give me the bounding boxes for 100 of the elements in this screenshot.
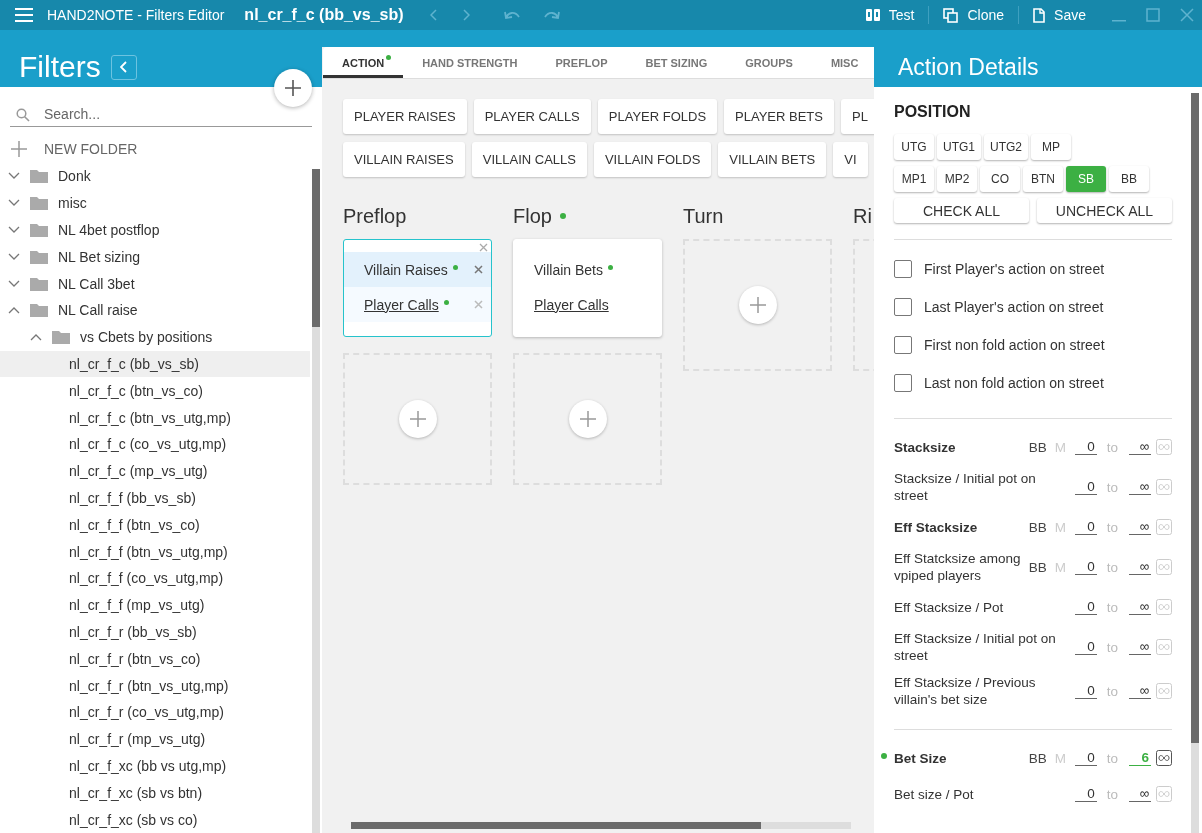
min-field[interactable]: 0	[1074, 639, 1097, 655]
toolbar-button[interactable]: Save	[1019, 0, 1100, 30]
close-icon[interactable]	[479, 243, 488, 252]
new-folder-button[interactable]: NEW FOLDER	[11, 139, 138, 159]
check-all-button[interactable]: CHECK ALL	[894, 198, 1029, 223]
close-icon[interactable]	[1180, 8, 1194, 22]
action-row[interactable]: Villain Raises	[344, 252, 491, 287]
max-field[interactable]: ∞	[1129, 683, 1151, 699]
tree-item[interactable]: nl_cr_f_r (btn_vs_co)	[0, 645, 310, 673]
chevron-icon[interactable]	[8, 279, 20, 288]
tree-item[interactable]: nl_cr_f_r (btn_vs_utg,mp)	[0, 672, 310, 699]
position-button[interactable]: UTG	[894, 134, 934, 160]
undo-icon[interactable]	[503, 10, 520, 20]
chevron-icon[interactable]	[8, 226, 20, 234]
tree-item[interactable]: nl_cr_f_r (mp_vs_utg)	[0, 725, 310, 753]
tree-item[interactable]: vs Cbets by positions	[0, 323, 310, 351]
scrollbar[interactable]	[312, 169, 320, 833]
position-button[interactable]: UTG1	[937, 134, 981, 160]
tree-item[interactable]: nl_cr_f_f (btn_vs_utg,mp)	[0, 538, 310, 565]
tree-item[interactable]: Donk	[0, 163, 310, 190]
tree-item[interactable]: nl_cr_f_c (bb_vs_sb)	[0, 350, 310, 378]
tab[interactable]: ACTION	[323, 47, 404, 78]
chevron-icon[interactable]	[8, 199, 20, 208]
toolbar-button[interactable]: Test	[851, 0, 929, 30]
action-row[interactable]: Player Calls	[344, 287, 491, 322]
position-button[interactable]: MP1	[894, 166, 934, 192]
maximize-icon[interactable]	[1146, 8, 1160, 22]
add-button[interactable]	[398, 400, 437, 438]
max-field[interactable]: ∞	[1129, 786, 1151, 802]
add-button[interactable]	[274, 69, 312, 107]
add-button[interactable]	[568, 400, 607, 438]
action-button[interactable]: PLAYER CALLS	[473, 99, 591, 134]
action-button[interactable]: VILLAIN BETS	[718, 142, 827, 177]
tree-item[interactable]: NL Call raise	[0, 297, 310, 324]
tree-item[interactable]: nl_cr_f_xc (bb vs utg,mp)	[0, 752, 310, 780]
position-button[interactable]: MP	[1031, 134, 1072, 160]
toolbar-button[interactable]: Clone	[929, 0, 1019, 30]
redo-icon[interactable]	[543, 10, 560, 20]
min-field[interactable]: 0	[1074, 683, 1097, 699]
max-field[interactable]: ∞	[1129, 559, 1151, 575]
unit-toggle[interactable]: BB	[1028, 750, 1047, 766]
uncheck-all-button[interactable]: UNCHECK ALL	[1037, 198, 1172, 223]
tab[interactable]: PREFLOP	[536, 47, 627, 78]
action-card[interactable]: Villain Bets Player Calls	[513, 239, 662, 337]
tree-item[interactable]: nl_cr_f_f (co_vs_utg,mp)	[0, 564, 310, 592]
tree-item[interactable]: NL Bet sizing	[0, 243, 310, 271]
position-button[interactable]: BTN	[1023, 166, 1063, 192]
scrollbar[interactable]	[1191, 93, 1199, 833]
chevron-icon[interactable]	[8, 252, 20, 261]
tree-item[interactable]: nl_cr_f_xc (sb vs btn)	[0, 779, 310, 807]
tree-item[interactable]: nl_cr_f_c (btn_vs_utg,mp)	[0, 404, 310, 431]
remove-icon[interactable]	[474, 265, 483, 274]
max-field[interactable]: ∞	[1129, 479, 1151, 495]
unit-toggle[interactable]: BB	[1028, 439, 1047, 455]
tab[interactable]: MISC	[811, 47, 874, 78]
scrollbar[interactable]	[351, 822, 851, 829]
max-field[interactable]: ∞	[1129, 439, 1151, 455]
tree-item[interactable]: nl_cr_f_r (bb_vs_sb)	[0, 618, 310, 646]
min-field[interactable]: 0	[1074, 519, 1097, 535]
back-icon[interactable]	[429, 9, 438, 21]
position-button[interactable]: UTG2	[984, 134, 1029, 160]
tree-item[interactable]: nl_cr_f_c (btn_vs_co)	[0, 377, 310, 405]
tree-item[interactable]: NL Call 3bet	[0, 270, 310, 297]
action-button[interactable]: PLAYER BETS	[724, 99, 834, 134]
max-field[interactable]: ∞	[1129, 519, 1151, 535]
tree-item[interactable]: nl_cr_f_f (btn_vs_co)	[0, 511, 310, 539]
tree-item[interactable]: nl_cr_f_f (mp_vs_utg)	[0, 591, 310, 619]
action-label[interactable]: Player Calls	[534, 296, 609, 313]
action-button[interactable]: PLAYER FOLDS	[597, 99, 718, 134]
max-field[interactable]: ∞	[1129, 599, 1151, 615]
max-field[interactable]: ∞	[1129, 639, 1151, 655]
action-button[interactable]: PL	[841, 99, 874, 134]
menu-icon[interactable]	[15, 8, 33, 22]
chevron-icon[interactable]	[8, 306, 20, 315]
checkbox[interactable]	[894, 336, 912, 354]
remove-icon[interactable]	[474, 300, 483, 309]
min-field[interactable]: 0	[1074, 786, 1097, 802]
action-button[interactable]: VI	[833, 142, 868, 177]
checkbox[interactable]	[894, 298, 912, 316]
action-button[interactable]: PLAYER RAISES	[343, 99, 467, 134]
action-button[interactable]: VILLAIN FOLDS	[593, 142, 712, 177]
position-button[interactable]: CO	[980, 166, 1020, 192]
tab[interactable]: GROUPS	[726, 47, 812, 78]
collapse-button[interactable]	[110, 54, 137, 80]
action-button[interactable]: VILLAIN CALLS	[471, 142, 587, 177]
tree-item[interactable]: nl_cr_f_c (co_vs_utg,mp)	[0, 430, 310, 458]
action-card[interactable]: Villain Raises Player Calls	[343, 239, 492, 337]
tree-item[interactable]: nl_cr_f_c (mp_vs_utg)	[0, 457, 310, 485]
tab[interactable]: HAND STRENGTH	[403, 47, 537, 78]
tab[interactable]: BET SIZING	[626, 47, 727, 78]
unit-toggle[interactable]: BB	[1028, 559, 1047, 575]
min-field[interactable]: 0	[1074, 599, 1097, 615]
unit-toggle[interactable]: BB	[1028, 519, 1047, 535]
add-button[interactable]	[738, 286, 777, 324]
forward-icon[interactable]	[461, 9, 470, 21]
tree-item[interactable]: nl_cr_f_r (co_vs_utg,mp)	[0, 698, 310, 726]
search-field[interactable]: Search...	[10, 101, 312, 127]
tree-item[interactable]: NL 4bet postflop	[0, 216, 310, 244]
tree-item[interactable]: nl_cr_f_f (bb_vs_sb)	[0, 484, 310, 512]
chevron-icon[interactable]	[30, 333, 42, 342]
